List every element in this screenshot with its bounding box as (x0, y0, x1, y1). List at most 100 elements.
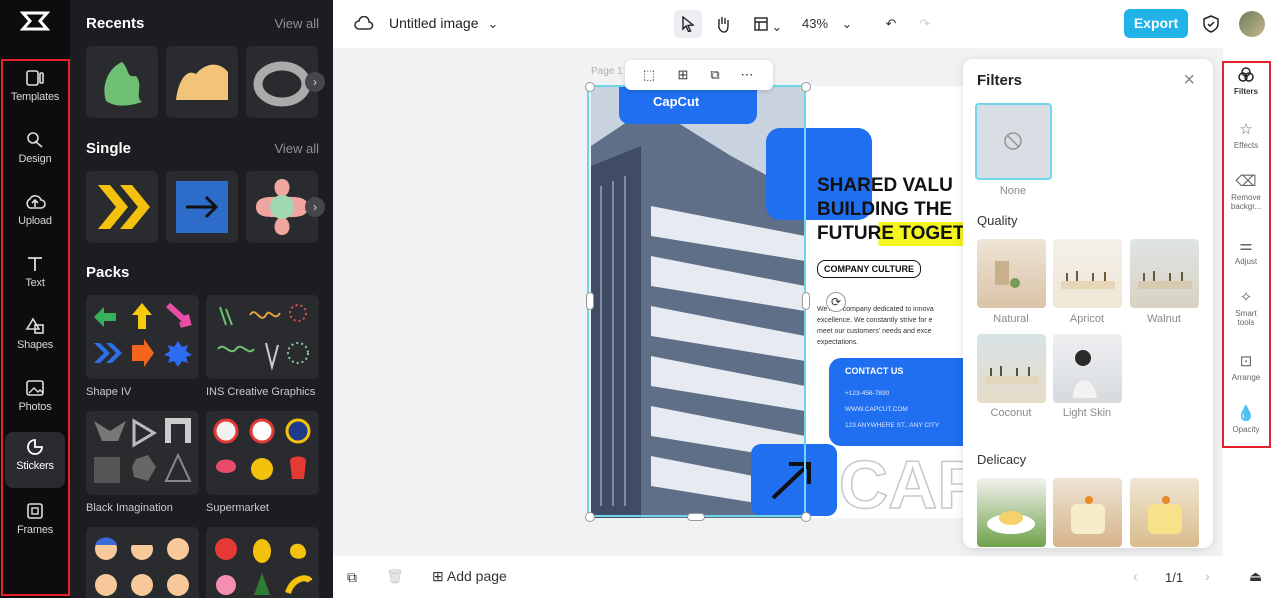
resize-handle[interactable] (801, 512, 811, 522)
resize-handle[interactable] (585, 512, 595, 522)
rail-item-stickers[interactable]: Stickers (5, 432, 65, 488)
pack-fruits[interactable] (206, 527, 319, 598)
packs-title: Packs (86, 264, 130, 281)
tool-remove-background[interactable]: ⌫ Remove backgr... (1226, 172, 1266, 211)
recent-sticker-leaf[interactable] (86, 46, 158, 118)
redo-icon[interactable]: ↷ (915, 10, 935, 38)
user-avatar[interactable] (1239, 11, 1265, 37)
trash-icon[interactable]: 🗑 (386, 568, 404, 585)
close-icon[interactable]: × (1183, 69, 1195, 92)
rail-item-label: Photos (18, 401, 52, 413)
pack-supermarket[interactable] (206, 411, 319, 495)
resize-handle[interactable] (687, 513, 705, 521)
page-counter: 1/1 (1165, 570, 1184, 585)
filter-delicacy-1[interactable] (977, 478, 1046, 547)
body-line: expectations. (817, 339, 859, 346)
single-sticker-arrow[interactable] (166, 171, 238, 243)
pack-label: Supermarket (206, 502, 269, 514)
chevron-down-icon[interactable]: ⌄ (485, 10, 501, 38)
crop-icon[interactable]: ⬚ (641, 67, 657, 83)
filter-delicacy-3[interactable] (1130, 478, 1199, 547)
resize-handle[interactable] (801, 82, 811, 92)
collapse-pages-icon[interactable]: ⏏ (1249, 568, 1262, 585)
group-icon[interactable]: ⊞ (675, 67, 691, 83)
add-page-label: Add page (446, 568, 507, 584)
rail-item-photos[interactable]: Photos (5, 373, 65, 429)
recents-view-all-link[interactable]: View all (274, 16, 319, 31)
zoom-level[interactable]: 43% (799, 10, 831, 38)
pack-ins-creative-graphics[interactable] (206, 295, 319, 379)
pack-shape-iv[interactable] (86, 295, 199, 379)
page-label: Page 1 (591, 66, 623, 77)
single-view-all-link[interactable]: View all (274, 141, 319, 156)
filters-title: Filters (977, 72, 1023, 89)
tool-label: Smart tools (1235, 309, 1257, 327)
tool-smart-tools[interactable]: ✧ Smart tools (1226, 288, 1266, 327)
hand-tool-button[interactable] (711, 10, 735, 38)
filter-delicacy-2[interactable] (1053, 478, 1122, 547)
tool-arrange[interactable]: ⊡ Arrange (1226, 352, 1266, 382)
selection-box[interactable] (587, 85, 806, 517)
tool-filters[interactable]: Filters (1226, 66, 1266, 96)
sliders-icon: ⚌ (1239, 237, 1253, 254)
recent-sticker-blob[interactable] (166, 46, 238, 118)
big-outline-text[interactable]: CAP (838, 446, 963, 518)
rail-item-upload[interactable]: Upload (5, 187, 65, 243)
quality-title: Quality (977, 213, 1018, 228)
headline[interactable]: SHARED VALU BUILDING THE FUTURE TOGET (817, 174, 963, 246)
rail-item-shapes[interactable]: Shapes (5, 311, 65, 367)
capcut-editor: Templates Design Upload Text Shapes Phot… (0, 0, 1277, 598)
shapes-icon (5, 311, 65, 337)
shield-icon[interactable] (1201, 10, 1221, 38)
tool-opacity[interactable]: 💧 Opacity (1226, 404, 1266, 434)
tool-adjust[interactable]: ⚌ Adjust (1226, 236, 1266, 266)
pack-black-imagination[interactable] (86, 411, 199, 495)
export-button[interactable]: Export (1124, 9, 1188, 38)
rail-item-frames[interactable]: Frames (5, 496, 65, 552)
filter-natural[interactable] (977, 239, 1046, 308)
body-line: meet our customers' needs and exce (817, 328, 932, 335)
filter-label: Apricot (1069, 313, 1105, 325)
rail-item-design[interactable]: Design (5, 125, 65, 181)
upload-cloud-icon (5, 187, 65, 213)
zoom-chevron-down-icon[interactable]: ⌄ (839, 10, 855, 38)
stickers-panel: Recents View all › Single View all › Pac… (70, 0, 333, 598)
layout-menu-button[interactable]: ⌄ (751, 10, 785, 38)
cloud-sync-icon[interactable] (353, 10, 375, 38)
resize-handle[interactable] (586, 292, 594, 310)
rotate-handle-icon[interactable]: ⟳ (826, 292, 846, 312)
filter-coconut[interactable] (977, 334, 1046, 403)
rail-item-label: Frames (16, 524, 54, 536)
resize-handle[interactable] (585, 82, 595, 92)
capcut-logo-icon[interactable] (19, 10, 51, 36)
next-page-icon[interactable]: › (1205, 568, 1210, 584)
single-sticker-chevrons[interactable] (86, 171, 158, 243)
more-options-icon[interactable]: ⋯ (739, 67, 755, 83)
filter-label: Natural (993, 313, 1029, 325)
rail-item-label: Templates (10, 91, 60, 103)
undo-icon[interactable]: ↶ (881, 10, 901, 38)
recents-scroll-right-button[interactable]: › (305, 72, 325, 92)
delicacy-title: Delicacy (977, 452, 1027, 467)
document-title[interactable]: Untitled image (389, 15, 479, 31)
filter-walnut[interactable] (1130, 239, 1199, 308)
pack-faces[interactable] (86, 527, 199, 598)
pack-label: Shape IV (86, 386, 132, 398)
duplicate-icon[interactable]: ⧉ (707, 67, 723, 83)
filter-label: Walnut (1147, 313, 1181, 325)
add-page-button[interactable]: ⊞ Add page (432, 568, 507, 585)
select-tool-button[interactable] (674, 10, 702, 38)
layers-icon[interactable]: ⧉ (347, 569, 357, 586)
filter-light-skin[interactable] (1053, 334, 1122, 403)
tool-effects[interactable]: ☆ Effects (1226, 120, 1266, 150)
rail-item-templates[interactable]: Templates (5, 63, 65, 119)
headline-line: BUILDING THE (817, 199, 953, 220)
resize-handle[interactable] (802, 292, 810, 310)
prev-page-icon[interactable]: ‹ (1133, 568, 1138, 584)
filter-none[interactable] (975, 103, 1052, 180)
rail-item-text[interactable]: Text (5, 249, 65, 305)
company-culture-badge[interactable]: COMPANY CULTURE (817, 260, 921, 278)
single-scroll-right-button[interactable]: › (305, 197, 325, 217)
tool-label: Adjust (1234, 257, 1258, 266)
filter-apricot[interactable] (1053, 239, 1122, 308)
